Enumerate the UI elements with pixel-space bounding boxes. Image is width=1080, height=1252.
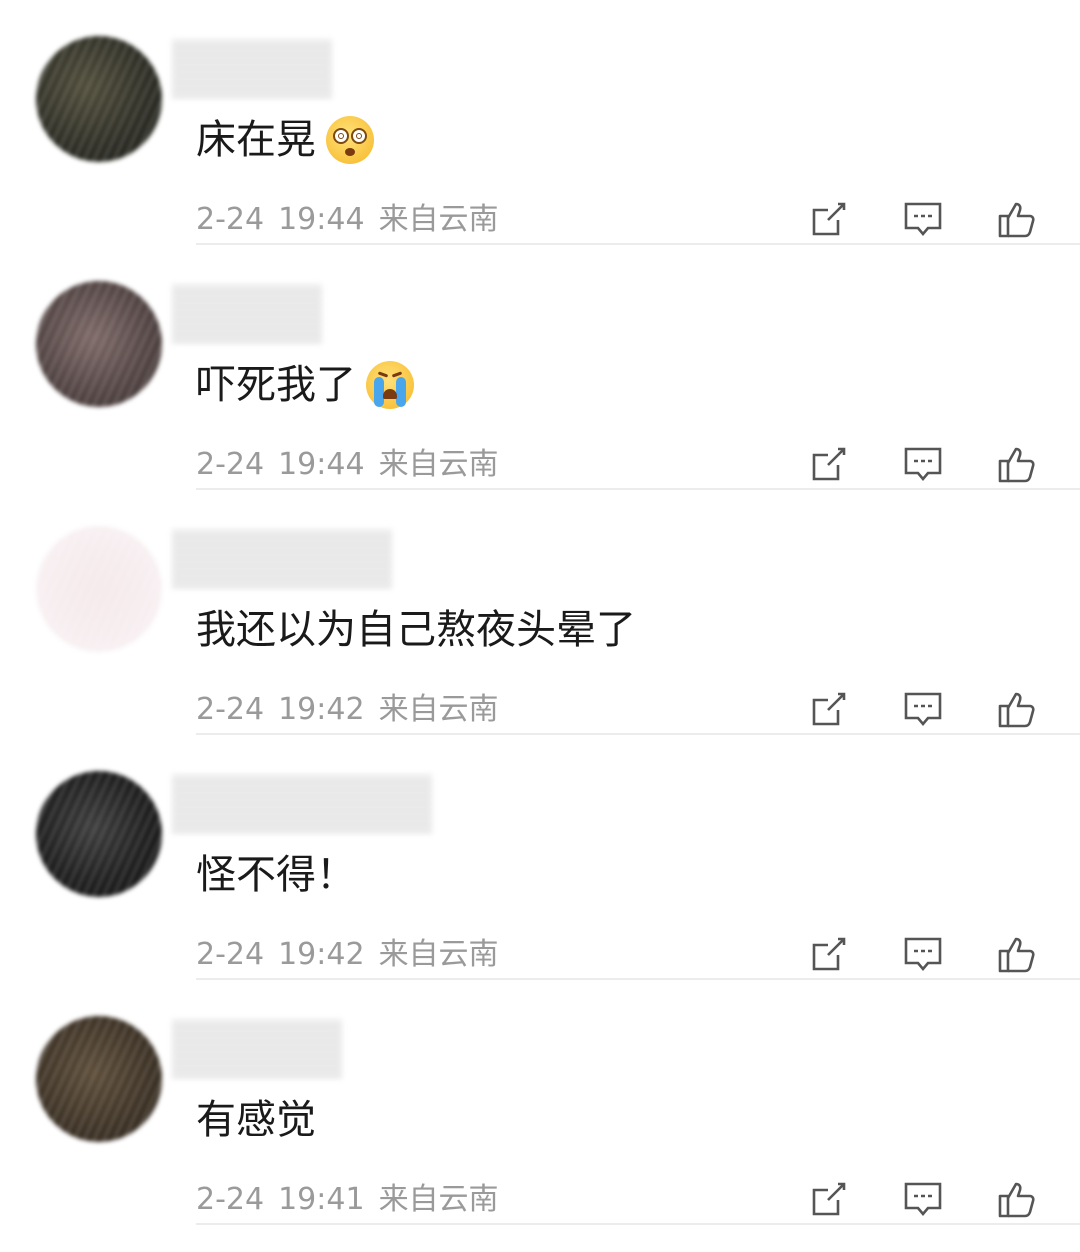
comment-date: 2-24 <box>196 202 265 237</box>
avatar[interactable] <box>28 763 170 905</box>
avatar[interactable] <box>28 273 170 415</box>
share-button[interactable] <box>806 441 852 487</box>
like-button[interactable] <box>994 1176 1040 1222</box>
comment-actions <box>806 1176 1040 1222</box>
comment-list: 床在晃 2-24 19:44 来自云南 吓死我了 2-24 19:44 来自云南… <box>0 0 1080 1252</box>
like-button[interactable] <box>994 931 1040 977</box>
like-icon <box>998 937 1035 973</box>
comment-time: 19:44 <box>278 202 365 237</box>
comment-item: 怪不得！ 2-24 19:42 来自云南 <box>0 735 1080 980</box>
comment-item: 有感觉 2-24 19:41 来自云南 <box>0 980 1080 1225</box>
comment-location: 来自云南 <box>378 1182 499 1217</box>
comment-icon <box>904 202 942 237</box>
share-icon <box>812 937 846 971</box>
divider <box>196 1223 1080 1225</box>
comment-text: 怪不得！ <box>196 847 356 903</box>
dizzy-face-icon <box>326 116 374 164</box>
comment-item: 吓死我了 2-24 19:44 来自云南 <box>0 245 1080 490</box>
username-blurred[interactable] <box>172 285 322 343</box>
like-icon <box>998 692 1035 728</box>
comment-item: 床在晃 2-24 19:44 来自云南 <box>0 0 1080 245</box>
comment-text-label: 吓死我了 <box>196 362 356 408</box>
like-icon <box>998 447 1035 483</box>
comment-text: 有感觉 <box>196 1092 316 1148</box>
comment-icon <box>904 447 942 482</box>
comment-time: 19:44 <box>278 447 365 482</box>
avatar[interactable] <box>28 518 170 660</box>
share-icon <box>812 202 846 236</box>
comment-date: 2-24 <box>196 937 265 972</box>
comment-meta: 2-24 19:41 来自云南 <box>196 1178 499 1222</box>
like-icon <box>998 202 1035 238</box>
comment-text-label: 床在晃 <box>196 117 316 163</box>
crying-face-icon <box>366 361 414 409</box>
comment-date: 2-24 <box>196 1182 265 1217</box>
like-button[interactable] <box>994 196 1040 242</box>
comment-meta: 2-24 19:42 来自云南 <box>196 688 499 732</box>
comment-text-label: 怪不得！ <box>196 852 356 898</box>
comment-icon <box>904 692 942 727</box>
share-icon <box>812 692 846 726</box>
share-button[interactable] <box>806 931 852 977</box>
comment-actions <box>806 686 1040 732</box>
like-button[interactable] <box>994 441 1040 487</box>
comment-time: 19:42 <box>278 692 365 727</box>
comment-actions <box>806 441 1040 487</box>
comment-text-label: 我还以为自己熬夜头晕了 <box>196 607 636 653</box>
username-blurred[interactable] <box>172 1020 342 1078</box>
comment-date: 2-24 <box>196 447 265 482</box>
comment-location: 来自云南 <box>378 937 499 972</box>
comment-icon <box>904 937 942 972</box>
comment-actions <box>806 931 1040 977</box>
comment-button[interactable] <box>900 931 946 977</box>
share-button[interactable] <box>806 196 852 242</box>
share-icon <box>812 447 846 481</box>
comment-button[interactable] <box>900 441 946 487</box>
username-blurred[interactable] <box>172 530 392 588</box>
avatar[interactable] <box>28 1008 170 1150</box>
comment-time: 19:42 <box>278 937 365 972</box>
comment-text: 我还以为自己熬夜头晕了 <box>196 602 636 658</box>
share-button[interactable] <box>806 1176 852 1222</box>
comment-text-label: 有感觉 <box>196 1097 316 1143</box>
comment-button[interactable] <box>900 196 946 242</box>
comment-item: 我还以为自己熬夜头晕了 2-24 19:42 来自云南 <box>0 490 1080 735</box>
comment-meta: 2-24 19:44 来自云南 <box>196 443 499 487</box>
share-button[interactable] <box>806 686 852 732</box>
comment-location: 来自云南 <box>378 202 499 237</box>
comment-actions <box>806 196 1040 242</box>
username-blurred[interactable] <box>172 775 432 833</box>
comment-date: 2-24 <box>196 692 265 727</box>
comment-location: 来自云南 <box>378 692 499 727</box>
avatar[interactable] <box>28 28 170 170</box>
comment-text: 吓死我了 <box>196 357 414 413</box>
like-button[interactable] <box>994 686 1040 732</box>
comment-meta: 2-24 19:44 来自云南 <box>196 198 499 242</box>
username-blurred[interactable] <box>172 40 332 98</box>
comment-button[interactable] <box>900 686 946 732</box>
comment-text: 床在晃 <box>196 112 374 168</box>
comment-icon <box>904 1182 942 1217</box>
comment-location: 来自云南 <box>378 447 499 482</box>
comment-meta: 2-24 19:42 来自云南 <box>196 933 499 977</box>
comment-button[interactable] <box>900 1176 946 1222</box>
share-icon <box>812 1182 846 1216</box>
like-icon <box>998 1182 1035 1218</box>
comment-time: 19:41 <box>278 1182 365 1217</box>
